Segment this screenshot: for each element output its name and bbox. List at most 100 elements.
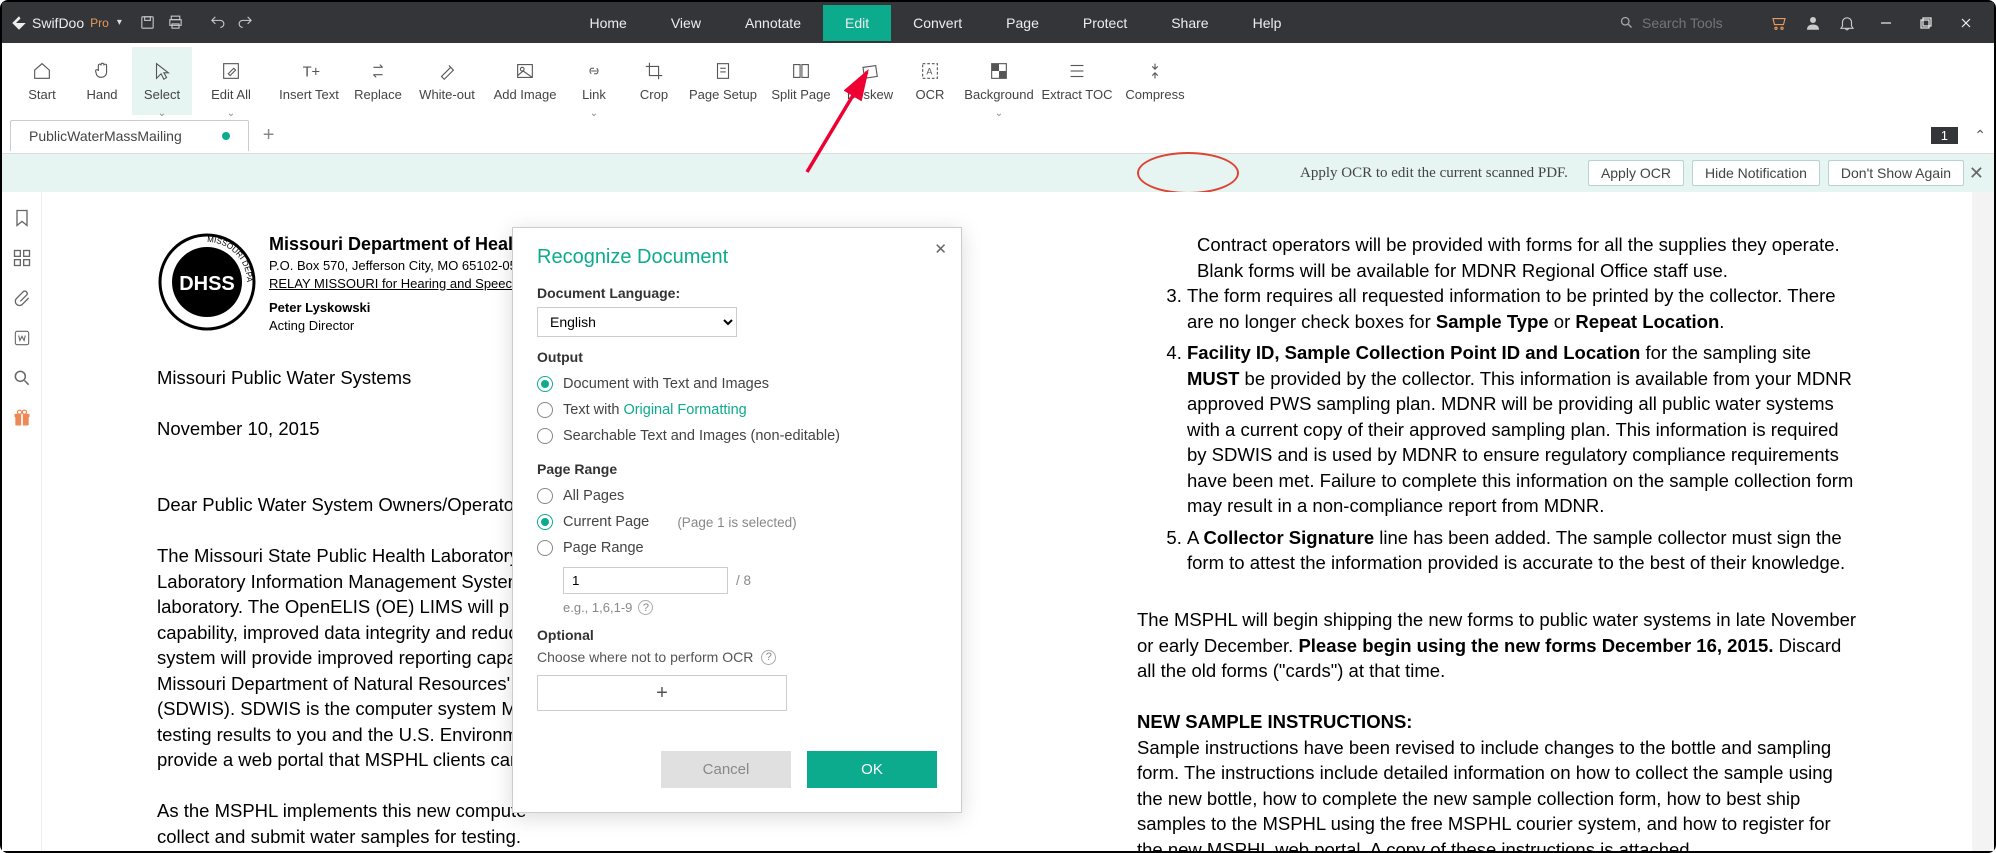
add-exclusion-button[interactable]: + <box>537 675 787 711</box>
dhss-logo: DHSS MISSOURI DEPARTMENT <box>157 232 257 332</box>
menu-page[interactable]: Page <box>984 5 1061 41</box>
ribbon-label: White-out <box>419 87 475 102</box>
gift-icon[interactable] <box>11 407 33 429</box>
notification-close-icon[interactable]: ✕ <box>1969 163 1984 184</box>
unsaved-indicator-icon <box>222 132 230 140</box>
ribbon-crop[interactable]: Crop <box>624 47 684 115</box>
whiteout-icon <box>436 60 458 82</box>
menu-view[interactable]: View <box>649 5 723 41</box>
optional-label: Optional <box>537 627 937 643</box>
expand-icon[interactable]: ⌃ <box>1974 127 1986 144</box>
ribbon-start[interactable]: Start <box>12 47 72 115</box>
ribbon-insert-text[interactable]: Т+Insert Text <box>270 47 348 115</box>
language-label: Document Language: <box>537 285 937 301</box>
ribbon-hand[interactable]: Hand <box>72 47 132 115</box>
doc-text: The MSPHL will begin shipping the new fo… <box>1137 607 1857 684</box>
dont-show-again-button[interactable]: Don't Show Again <box>1828 160 1964 186</box>
hand-icon <box>91 60 113 82</box>
ribbon-edit-all[interactable]: Edit All⌄ <box>192 47 270 115</box>
hide-notification-button[interactable]: Hide Notification <box>1692 160 1820 186</box>
main-area: DHSS MISSOURI DEPARTMENT Missouri Depart… <box>2 192 1994 851</box>
range-page-range[interactable]: Page Range <box>537 535 937 561</box>
output-option-original-formatting[interactable]: Text with Original Formatting <box>537 397 937 423</box>
optional-desc: Choose where not to perform OCR <box>537 649 753 665</box>
menu-share[interactable]: Share <box>1149 5 1230 41</box>
ribbon-select[interactable]: Select⌄ <box>132 47 192 115</box>
save-icon[interactable] <box>134 14 162 31</box>
search-panel-icon[interactable] <box>11 367 33 389</box>
menu-protect[interactable]: Protect <box>1061 5 1149 41</box>
ribbon-background[interactable]: Background⌄ <box>960 47 1038 115</box>
page-range-example: e.g., 1,6,1-9 <box>563 600 632 615</box>
ribbon-ocr[interactable]: A OCR <box>900 47 960 115</box>
bookmark-icon[interactable] <box>11 207 33 229</box>
ribbon-label: Replace <box>354 87 402 102</box>
svg-text:A: A <box>926 66 933 76</box>
ribbon-split-page[interactable]: Split Page <box>762 47 840 115</box>
ribbon-replace[interactable]: Replace <box>348 47 408 115</box>
search-icon <box>1619 15 1634 30</box>
ribbon-compress[interactable]: Compress <box>1116 47 1194 115</box>
brand-dropdown-icon[interactable]: ▾ <box>117 17 122 28</box>
page-indicator: 1 <box>1931 127 1958 144</box>
vertical-scrollbar[interactable] <box>1972 192 1994 851</box>
page-total: / 8 <box>736 573 751 588</box>
ribbon-deskew[interactable]: Deskew <box>840 47 900 115</box>
search-input[interactable] <box>1642 15 1762 31</box>
menu-help[interactable]: Help <box>1231 5 1304 41</box>
ribbon-add-image[interactable]: Add Image <box>486 47 564 115</box>
output-option-doc-text-images[interactable]: Document with Text and Images <box>537 371 937 397</box>
cursor-icon <box>151 60 173 82</box>
range-current-page[interactable]: Current Page (Page 1 is selected) <box>537 509 937 535</box>
dialog-close-icon[interactable]: ✕ <box>934 240 947 258</box>
ribbon-link[interactable]: Link⌄ <box>564 47 624 115</box>
menu-convert[interactable]: Convert <box>891 5 984 41</box>
redo-icon[interactable] <box>232 14 260 31</box>
close-icon[interactable] <box>1946 16 1986 30</box>
new-tab-button[interactable]: + <box>263 124 275 147</box>
menu-edit[interactable]: Edit <box>823 5 891 41</box>
attachment-icon[interactable] <box>11 287 33 309</box>
menu-annotate[interactable]: Annotate <box>723 5 823 41</box>
svg-text:DHSS: DHSS <box>179 273 235 295</box>
annotation-oval <box>1137 152 1239 194</box>
page-range-input[interactable] <box>563 567 728 594</box>
help-icon[interactable]: ? <box>638 600 653 615</box>
word-icon[interactable] <box>11 327 33 349</box>
ribbon-label: OCR <box>916 87 945 102</box>
bell-icon[interactable] <box>1838 14 1856 32</box>
ok-button[interactable]: OK <box>807 751 937 788</box>
page-area[interactable]: DHSS MISSOURI DEPARTMENT Missouri Depart… <box>42 192 1972 851</box>
splitpage-icon <box>790 60 812 82</box>
thumbnails-icon[interactable] <box>11 247 33 269</box>
maximize-icon[interactable] <box>1906 16 1946 30</box>
doc-text: collect and submit water samples for tes… <box>157 824 977 850</box>
output-option-searchable[interactable]: Searchable Text and Images (non-editable… <box>537 423 937 449</box>
user-icon[interactable] <box>1804 14 1822 32</box>
cancel-button[interactable]: Cancel <box>661 751 791 788</box>
ribbon-page-setup[interactable]: Page Setup <box>684 47 762 115</box>
ribbon-label: Page Setup <box>689 87 757 102</box>
ribbon-extract-toc[interactable]: Extract TOC <box>1038 47 1116 115</box>
doc-text: Sample instructions have been revised to… <box>1137 735 1857 851</box>
range-all-pages[interactable]: All Pages <box>537 483 937 509</box>
inserttext-icon: Т+ <box>298 60 320 82</box>
minimize-icon[interactable] <box>1866 16 1906 30</box>
image-icon <box>514 60 536 82</box>
search-tools[interactable] <box>1611 11 1770 35</box>
ribbon-label: Extract TOC <box>1041 87 1112 102</box>
titlebar-right-icons <box>1770 14 1856 32</box>
language-select[interactable]: English <box>537 307 737 337</box>
menu-home[interactable]: Home <box>567 5 648 41</box>
cart-icon[interactable] <box>1770 14 1788 32</box>
print-icon[interactable] <box>162 14 190 31</box>
ribbon-white-out[interactable]: White-out <box>408 47 486 115</box>
toc-icon <box>1066 60 1088 82</box>
help-icon[interactable]: ? <box>761 650 776 665</box>
apply-ocr-button[interactable]: Apply OCR <box>1588 160 1684 186</box>
page-range-label: Page Range <box>537 461 937 477</box>
undo-icon[interactable] <box>204 14 232 31</box>
document-tab[interactable]: PublicWaterMassMailing <box>10 120 249 151</box>
pdf-page-2: Contract operators will be provided with… <box>1097 202 1897 841</box>
chevron-down-icon: ⌄ <box>590 108 598 119</box>
